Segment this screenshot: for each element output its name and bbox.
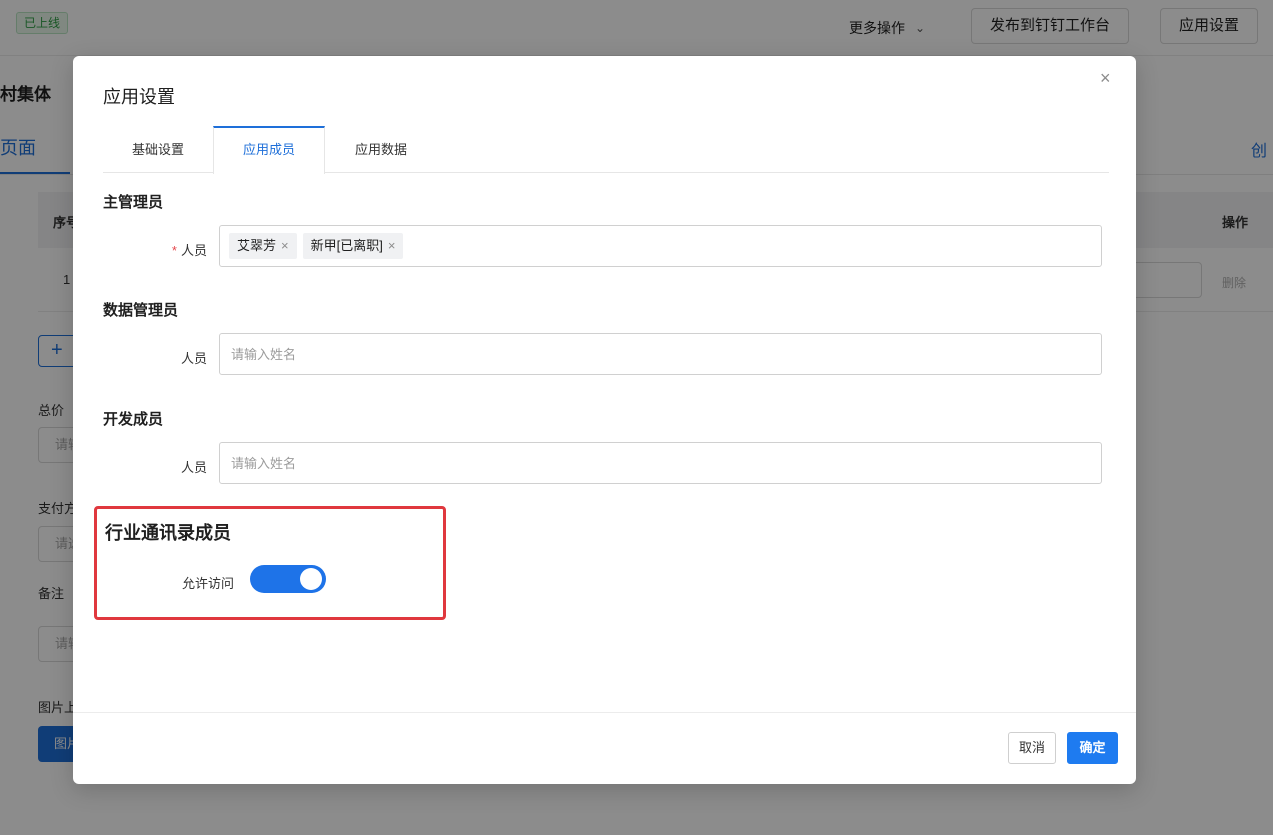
main-admin-picker[interactable]: 艾翠芳 × 新甲[已离职] × xyxy=(219,225,1102,267)
cancel-button[interactable]: 取消 xyxy=(1008,732,1057,764)
required-mark: * xyxy=(171,243,177,258)
confirm-button[interactable]: 确定 xyxy=(1067,732,1118,764)
member-tag: 新甲[已离职] × xyxy=(302,233,404,259)
section-title-dev-members: 开发成员 xyxy=(103,411,164,428)
tab-app-members[interactable]: 应用成员 xyxy=(213,126,325,174)
footer-divider xyxy=(73,712,1136,713)
close-icon[interactable]: × xyxy=(1100,68,1111,89)
selected-tags: 艾翠芳 × 新甲[已离职] × xyxy=(229,233,404,259)
remove-tag-icon[interactable]: × xyxy=(388,238,396,253)
modal-tabs: 基础设置 应用成员 应用数据 xyxy=(103,126,1109,174)
allow-access-label: 允许访问 xyxy=(181,576,234,591)
data-admin-label: 人员 xyxy=(180,351,207,366)
data-admin-input[interactable] xyxy=(220,334,1101,374)
tab-app-data[interactable]: 应用数据 xyxy=(325,126,437,173)
member-tag-label: 艾翠芳 xyxy=(237,238,277,253)
modal-title: 应用设置 xyxy=(103,87,175,107)
main-admin-label-text: 人员 xyxy=(180,243,207,258)
member-tag: 艾翠芳 × xyxy=(229,233,297,259)
data-admin-picker[interactable] xyxy=(219,333,1102,375)
dev-members-label: 人员 xyxy=(180,460,207,475)
section-title-data-admin: 数据管理员 xyxy=(103,302,179,319)
app-settings-modal: 应用设置 × 基础设置 应用成员 应用数据 主管理员 * 人员 艾翠芳 × 新甲[已… xyxy=(73,56,1136,784)
dev-members-picker[interactable] xyxy=(219,442,1102,484)
section-title-industry-contacts: 行业通讯录成员 xyxy=(105,523,231,543)
section-title-main-admin: 主管理员 xyxy=(103,194,164,211)
main-admin-label: * 人员 xyxy=(103,240,207,259)
dev-members-input[interactable] xyxy=(220,443,1101,483)
remove-tag-icon[interactable]: × xyxy=(281,238,289,253)
member-tag-label: 新甲[已离职] xyxy=(310,238,383,253)
tab-basic-settings[interactable]: 基础设置 xyxy=(103,126,213,173)
toggle-knob xyxy=(300,568,322,590)
allow-access-toggle[interactable] xyxy=(250,565,326,593)
